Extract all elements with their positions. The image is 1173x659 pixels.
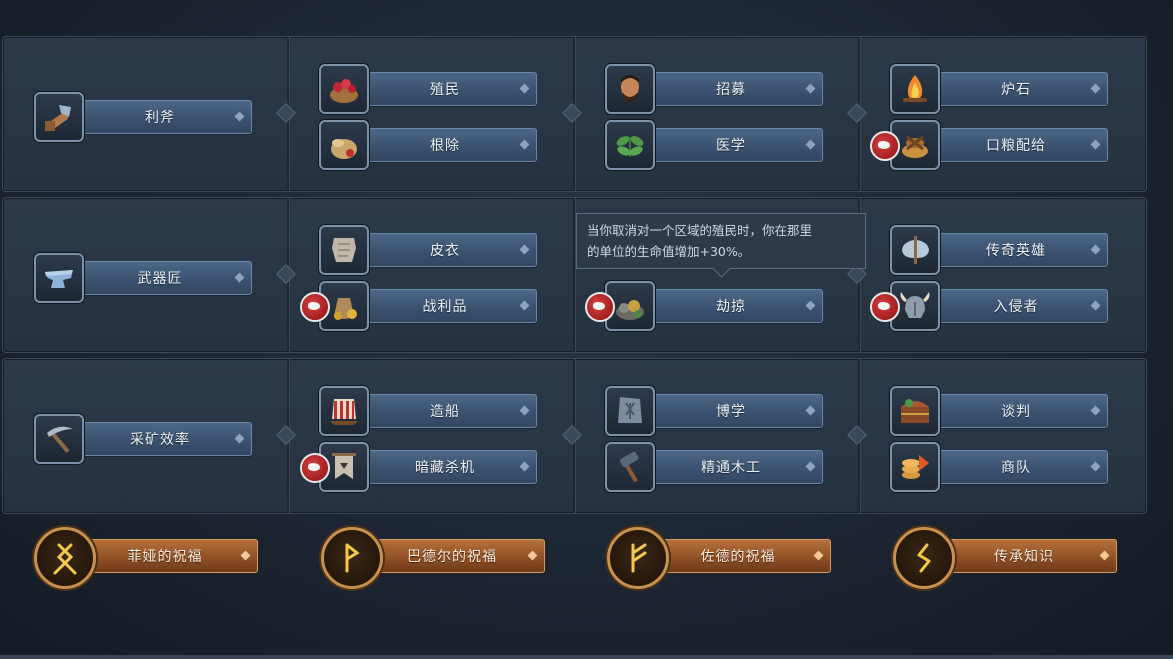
skill-knob	[519, 461, 530, 472]
skill-label: 博学	[716, 404, 746, 420]
skill-knob	[519, 244, 530, 255]
skill-knob	[519, 139, 530, 150]
blessing-knob	[813, 550, 824, 561]
skill-label: 根除	[430, 138, 460, 154]
skill-knob	[1090, 461, 1101, 472]
requirement-badge-icon	[870, 131, 900, 161]
skill-knob	[805, 139, 816, 150]
skill-label: 商队	[1001, 460, 1031, 476]
requirement-badge-icon	[300, 453, 330, 483]
rune-fehu-icon	[607, 527, 669, 589]
tooltip-line: 当你取消对一个区域的殖民时，你在那里	[587, 223, 813, 238]
trade-chest-icon	[890, 386, 940, 436]
skill-knob	[234, 272, 245, 283]
berry-basket-icon	[319, 64, 369, 114]
hammer-icon	[605, 442, 655, 492]
skill-knob	[1090, 405, 1101, 416]
rune-stone-icon	[605, 386, 655, 436]
longship-sail-icon	[319, 386, 369, 436]
skill-knob	[234, 111, 245, 122]
skill-label: 武器匠	[137, 271, 183, 287]
skill-label: 造船	[430, 404, 460, 420]
anvil-icon	[34, 253, 84, 303]
skill-knob	[519, 405, 530, 416]
tooltip-line: 的单位的生命值增加+30%。	[587, 244, 751, 259]
skill-knob	[519, 300, 530, 311]
skill-knob	[805, 405, 816, 416]
warrior-portrait-icon	[605, 64, 655, 114]
blessing-label: 巴德尔的祝福	[407, 549, 497, 565]
bottom-border	[0, 655, 1173, 659]
blessing-legacy-knowledge[interactable]: 传承知识	[893, 527, 1119, 589]
requirement-badge-icon	[870, 292, 900, 322]
skill-label: 殖民	[430, 82, 460, 98]
skill-knob	[1090, 83, 1101, 94]
requirement-badge-icon	[300, 292, 330, 322]
rune-sowilo-icon	[893, 527, 955, 589]
skill-knob	[805, 461, 816, 472]
skill-knob	[805, 300, 816, 311]
skill-knob	[805, 83, 816, 94]
skill-label: 皮衣	[430, 243, 460, 259]
skill-tooltip: 当你取消对一个区域的殖民时，你在那里 的单位的生命值增加+30%。	[576, 213, 866, 269]
blessing-freyja[interactable]: 菲娅的祝福	[34, 527, 260, 589]
blessing-knob	[1099, 550, 1110, 561]
skill-label: 采矿效率	[130, 432, 190, 448]
skill-knob	[234, 433, 245, 444]
skill-knob	[1090, 300, 1101, 311]
skill-label: 传奇英雄	[986, 243, 1046, 259]
leather-hide-icon	[319, 225, 369, 275]
blessing-label: 菲娅的祝福	[127, 549, 203, 565]
axe-icon	[34, 92, 84, 142]
column-divider	[573, 198, 575, 352]
blessing-knob	[240, 550, 251, 561]
blessing-label: 佐德的祝福	[700, 549, 776, 565]
grain-sack-icon	[319, 120, 369, 170]
skill-label: 精通木工	[701, 460, 761, 476]
blessing-zod[interactable]: 佐德的祝福	[607, 527, 833, 589]
blessing-knob	[527, 550, 538, 561]
skill-label: 暗藏杀机	[415, 460, 475, 476]
requirement-badge-icon	[585, 292, 615, 322]
rune-othala-icon	[34, 527, 96, 589]
skill-label: 口粮配给	[986, 138, 1046, 154]
skill-knob	[519, 83, 530, 94]
rune-wunjo-icon	[321, 527, 383, 589]
double-axe-icon	[890, 225, 940, 275]
pickaxe-icon	[34, 414, 84, 464]
skill-label: 炉石	[1001, 82, 1031, 98]
skill-label: 利斧	[145, 110, 175, 126]
coins-icon	[890, 442, 940, 492]
skill-label: 战利品	[422, 299, 468, 315]
skill-label: 招募	[716, 82, 746, 98]
skill-knob	[1090, 139, 1101, 150]
herb-icon	[605, 120, 655, 170]
skill-knob	[1090, 244, 1101, 255]
skill-label: 医学	[716, 138, 746, 154]
blessing-label: 传承知识	[994, 549, 1054, 565]
blessing-baldur[interactable]: 巴德尔的祝福	[321, 527, 547, 589]
skill-label: 谈判	[1001, 404, 1031, 420]
skill-label: 入侵者	[993, 299, 1039, 315]
skill-label: 劫掠	[716, 299, 746, 315]
campfire-icon	[890, 64, 940, 114]
